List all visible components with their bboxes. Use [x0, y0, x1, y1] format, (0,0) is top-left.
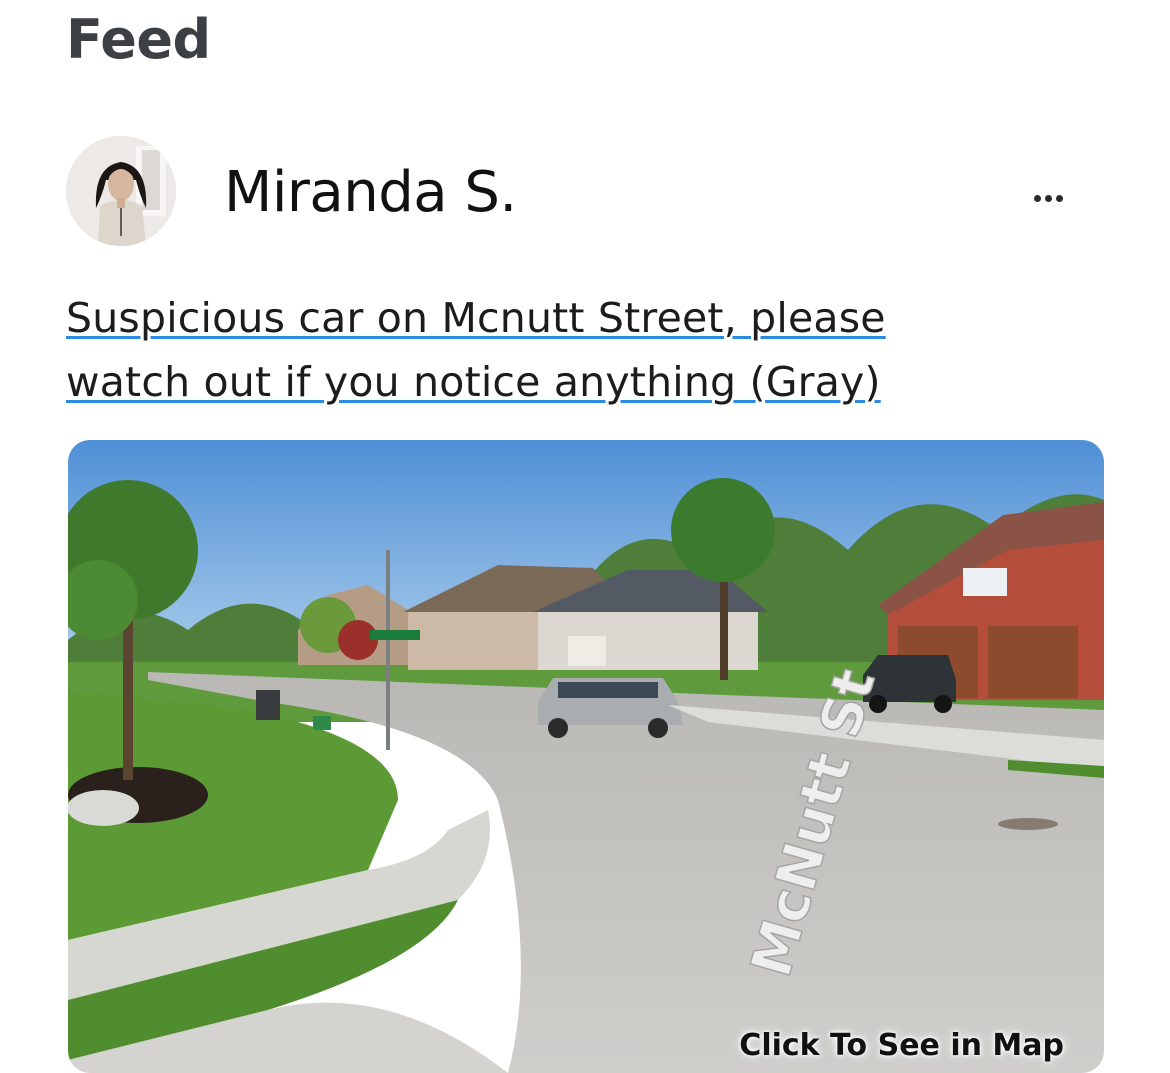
more-options-icon[interactable]	[1024, 180, 1072, 216]
see-in-map-link[interactable]: Click To See in Map	[739, 1028, 1064, 1063]
author-name[interactable]: Miranda S.	[224, 160, 517, 225]
post-text[interactable]: Suspicious car on Mcnutt Street, please …	[66, 286, 986, 414]
more-dot	[1044, 194, 1052, 202]
author-avatar[interactable]	[66, 136, 176, 246]
post-street-image[interactable]: McNutt St Click To See in Map	[68, 440, 1104, 1073]
page-title: Feed	[66, 8, 211, 71]
street-view-photo: McNutt St	[68, 440, 1104, 1073]
more-dot	[1055, 194, 1063, 202]
more-dot	[1033, 194, 1041, 202]
post-text-content: Suspicious car on Mcnutt Street, please …	[66, 294, 886, 406]
feed-screen: Feed Miranda S. Suspicious car on Mcnutt…	[0, 0, 1170, 1073]
avatar-photo	[66, 136, 176, 246]
